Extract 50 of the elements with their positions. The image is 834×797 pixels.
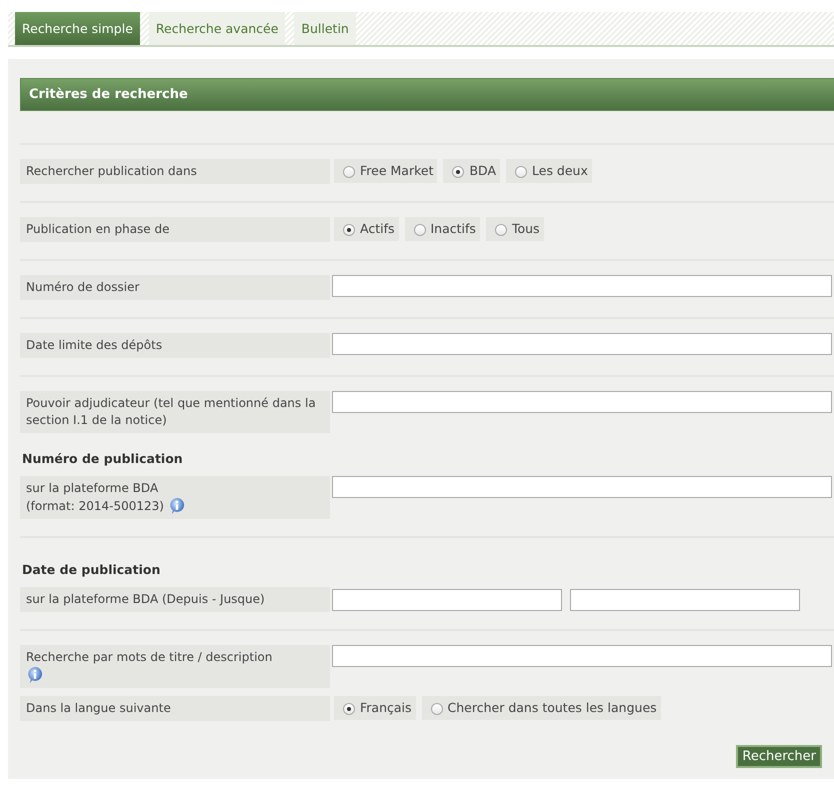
field-label: Rechercher publication dans xyxy=(26,163,198,180)
radio-label: Inactifs xyxy=(430,220,476,237)
info-icon[interactable] xyxy=(26,666,44,684)
field-label: sur la plateforme BDA xyxy=(26,480,160,497)
radio-label: Tous xyxy=(512,220,540,237)
radio-option[interactable]: Actifs xyxy=(334,217,398,241)
radio-button[interactable] xyxy=(343,702,355,714)
text-field[interactable] xyxy=(332,476,832,498)
section-heading: Date de publication xyxy=(21,561,160,579)
radio-label: Actifs xyxy=(360,220,394,237)
radio-label: Les deux xyxy=(532,162,588,179)
section-heading: Numéro de publication xyxy=(21,450,183,468)
radio-button[interactable] xyxy=(430,702,443,714)
tab[interactable]: Recherche avancée xyxy=(148,12,286,45)
radio-button[interactable] xyxy=(343,224,355,236)
radio-option[interactable]: Français xyxy=(334,696,416,720)
field-label: Pouvoir adjudicateur (tel que mentionné dans la section I.1 de la notice) xyxy=(26,395,317,429)
radio-label: BDA xyxy=(469,162,496,179)
radio-option[interactable]: BDA xyxy=(443,159,500,183)
radio-button[interactable] xyxy=(452,166,464,178)
radio-option[interactable]: Inactifs xyxy=(404,217,480,241)
field-label: Date limite des dépôts xyxy=(26,337,164,354)
field-label: Publication en phase de xyxy=(26,221,170,238)
field-label: sur la plateforme BDA (Depuis - Jusque) xyxy=(26,591,266,608)
tab[interactable]: Recherche simple xyxy=(15,12,140,45)
text-field[interactable] xyxy=(332,391,832,413)
radio-option[interactable]: Tous xyxy=(486,217,544,241)
text-field[interactable] xyxy=(332,645,832,667)
info-icon[interactable] xyxy=(168,497,186,515)
field-label: Recherche par mots de titre / description xyxy=(26,649,274,666)
tab[interactable]: Bulletin xyxy=(294,12,356,45)
format-hint: (format: 2014-500123) xyxy=(26,498,164,514)
field-label: Numéro de dossier xyxy=(26,279,140,296)
radio-option[interactable]: Chercher dans toutes les langues xyxy=(422,696,661,720)
radio-option[interactable]: Les deux xyxy=(506,159,592,183)
date-field[interactable] xyxy=(332,589,562,611)
radio-button[interactable] xyxy=(343,166,355,178)
section-header: Critères de recherche xyxy=(20,78,834,111)
radio-label: Free Market xyxy=(360,162,434,179)
date-field[interactable] xyxy=(570,589,800,611)
radio-button[interactable] xyxy=(414,224,426,236)
radio-label: Chercher dans toutes les langues xyxy=(448,699,657,716)
text-field[interactable] xyxy=(332,275,832,297)
radio-label: Français xyxy=(360,699,412,716)
radio-button[interactable] xyxy=(515,166,528,178)
radio-option[interactable]: Free Market xyxy=(334,159,438,183)
text-field[interactable] xyxy=(332,333,832,355)
radio-button[interactable] xyxy=(494,224,507,236)
field-label: Dans la langue suivante xyxy=(26,700,172,717)
search-button[interactable]: Rechercher xyxy=(736,745,822,768)
